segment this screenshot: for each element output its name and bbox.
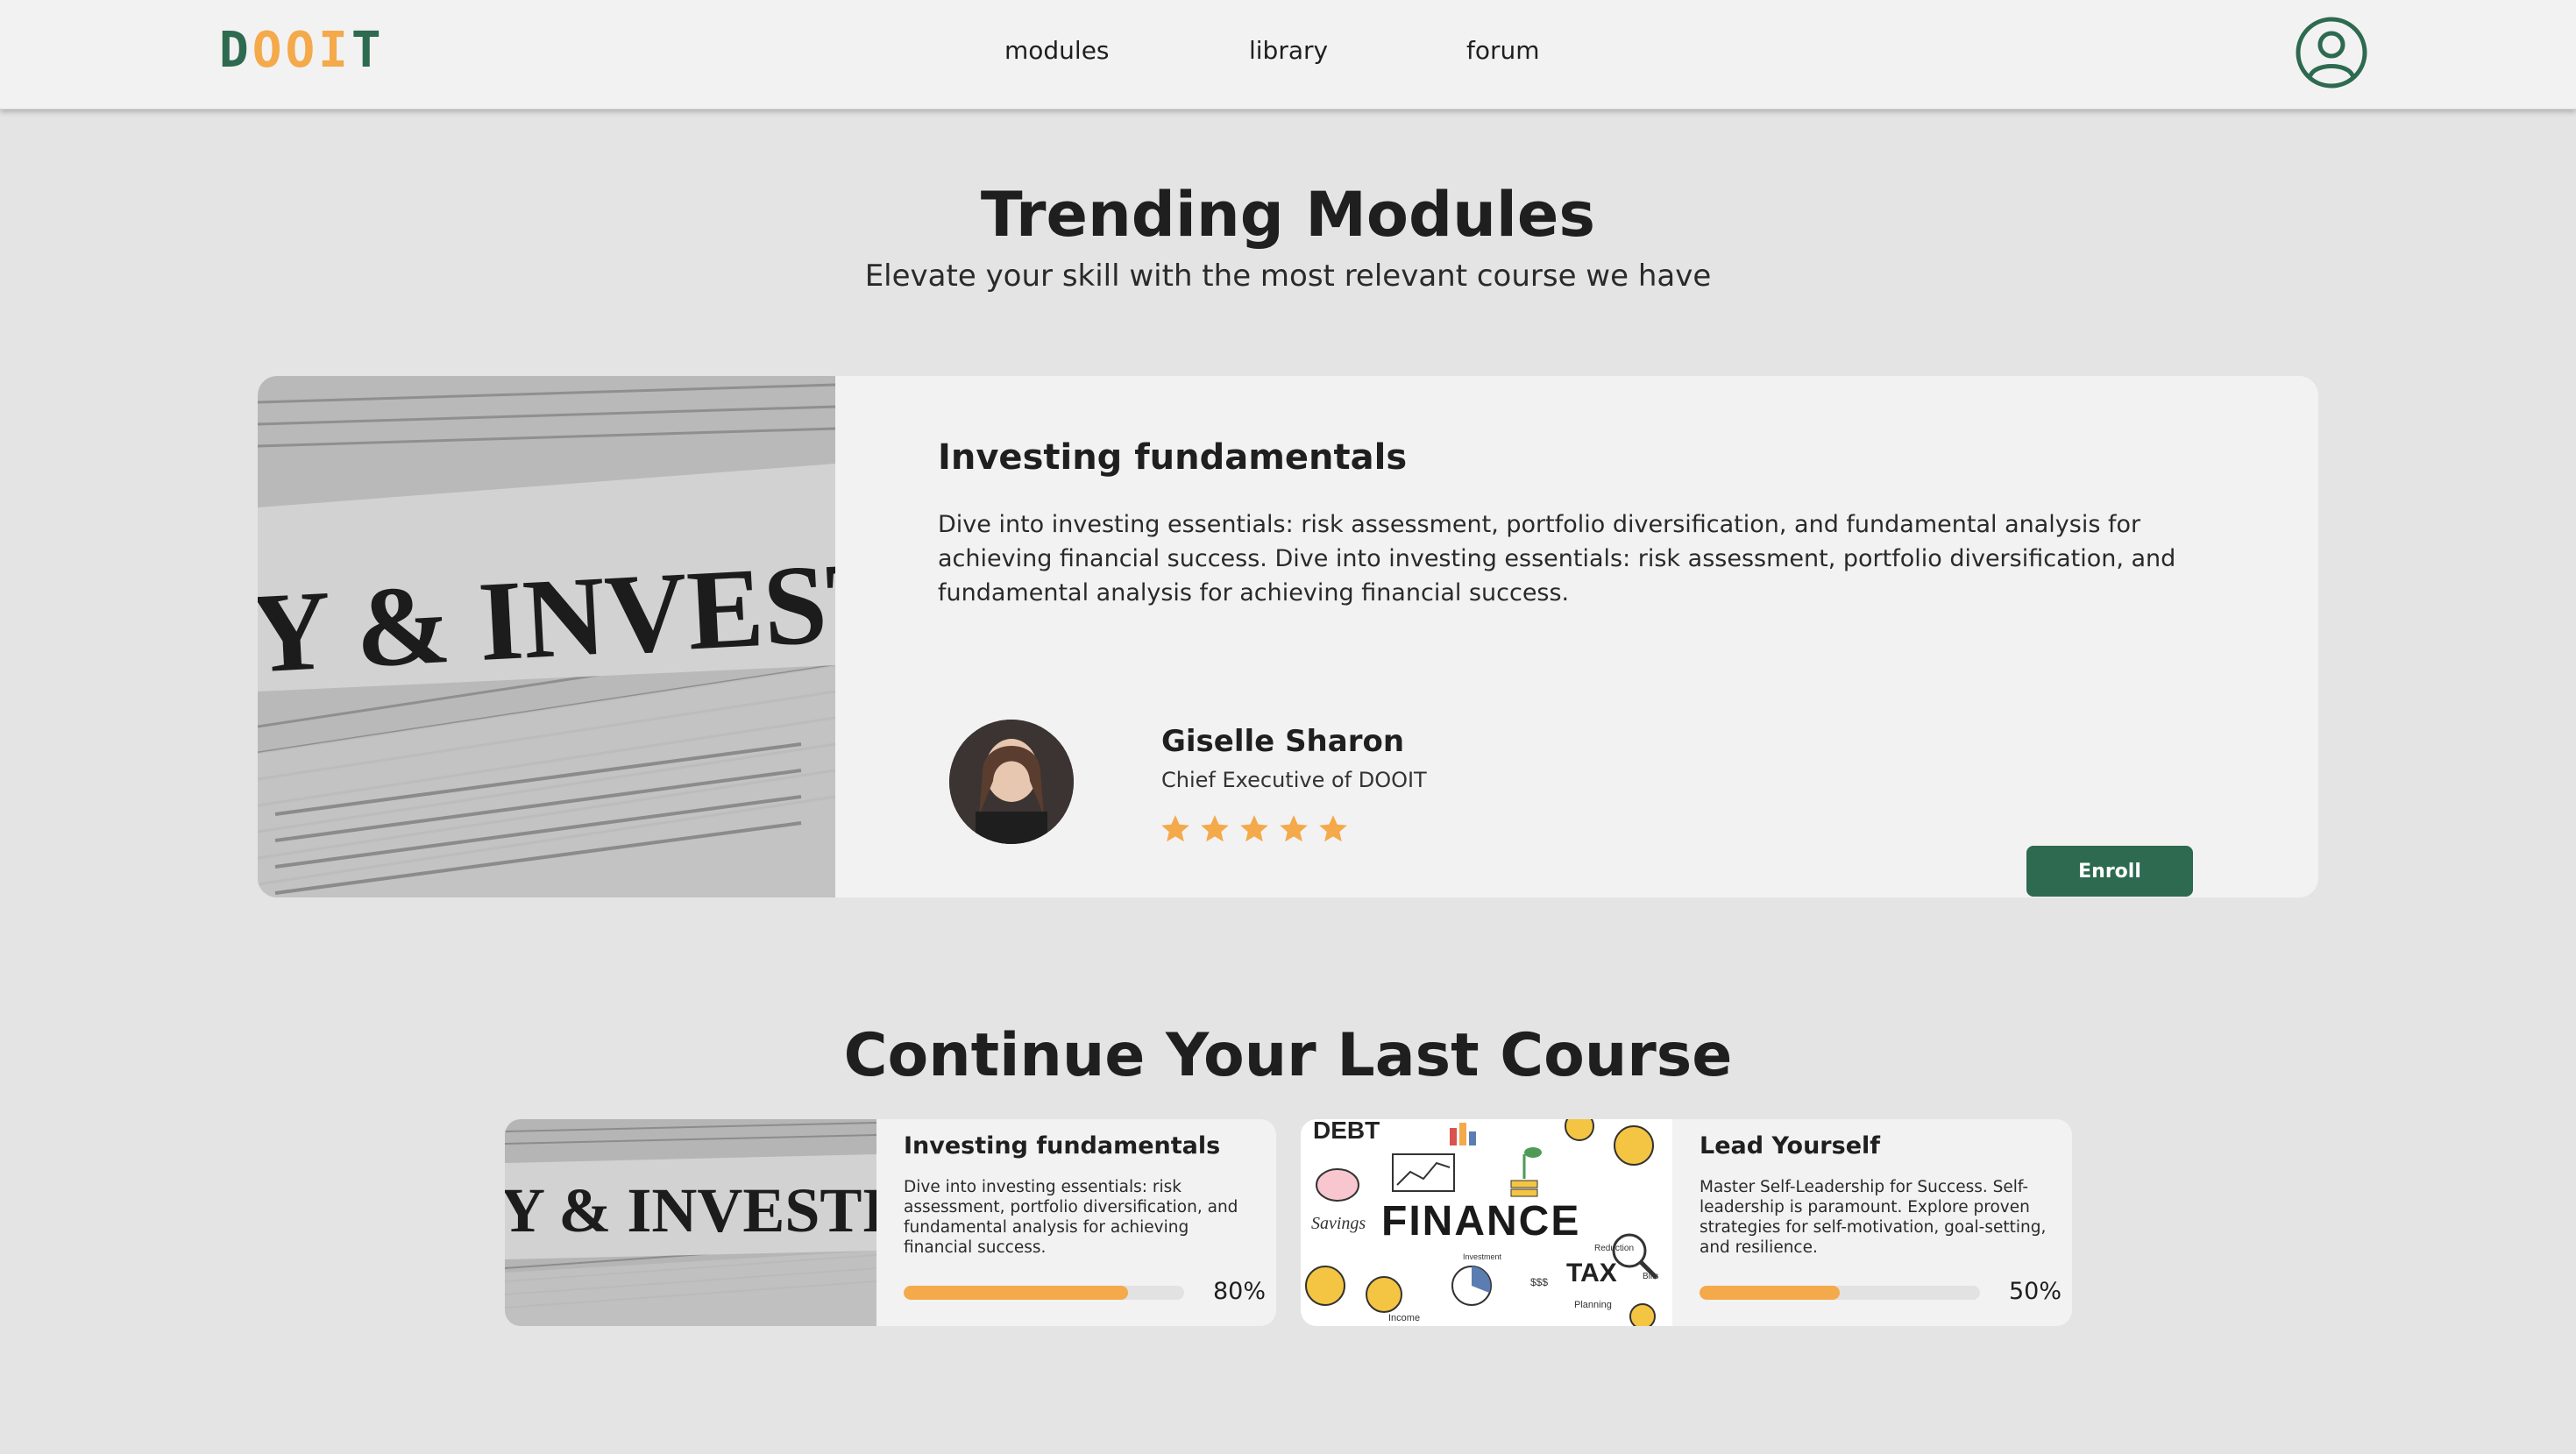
profile-button[interactable] [2295,16,2368,89]
image-word-finance: FINANCE [1381,1198,1580,1245]
finance-doodle-image: DEBT FINANCE Savings TAX Investment Plan… [1301,1119,1672,1326]
rating-stars [1159,812,1350,846]
newspaper-image: Y & INVESTING [258,376,1121,897]
image-word-investment: Investment [1463,1252,1502,1261]
course-description: Master Self-Leadership for Success. Self… [1700,1178,2047,1257]
course-card-investing[interactable]: Y & INVESTING Investing fundamentals Div… [505,1119,1276,1326]
course-title: Lead Yourself [1700,1132,1881,1160]
star-icon [1201,815,1229,842]
progress-bar [1700,1286,1980,1300]
progress-label: 50% [2009,1278,2062,1305]
image-word-savings: Savings [1311,1214,1366,1233]
course-title: Investing fundamentals [904,1132,1221,1160]
user-circle-icon [2296,17,2367,89]
image-word-planning: Planning [1574,1300,1612,1310]
image-text-prefix: Y & [258,561,454,698]
image-word-debt: DEBT [1313,1119,1380,1144]
newspaper-image: Y & INVESTING [505,1119,981,1326]
instructor-role: Chief Executive of DOOIT [1161,768,1427,792]
logo-letter: D [219,22,252,79]
module-title: Investing fundamentals [938,437,1408,478]
course-description: Dive into investing essentials: risk ass… [904,1178,1238,1257]
nav-link-modules[interactable]: modules [1004,33,1110,68]
progress-label: 80% [1213,1278,1267,1305]
progress-fill [904,1286,1128,1300]
image-word-income: Income [1388,1313,1420,1323]
progress-fill [1700,1286,1840,1300]
nav-link-forum[interactable]: forum [1466,33,1540,68]
image-word-money: $$$ [1530,1276,1548,1288]
module-description: Dive into investing essentials: risk ass… [938,511,2176,606]
dooit-logo[interactable]: DOOIT [219,23,385,79]
instructor-name: Giselle Sharon [1161,724,1405,759]
star-icon [1240,815,1268,842]
nav-link-library[interactable]: library [1249,33,1328,68]
image-text: INVESTING [627,1175,876,1245]
instructor-avatar [949,720,1074,844]
logo-letter: T [351,22,385,79]
image-text-prefix: Y & [505,1175,611,1245]
logo-letter: O [285,22,319,79]
trending-title: Trending Modules [980,179,1596,251]
continue-title: Continue Your Last Course [843,1021,1733,1090]
svg-text:Y & INVESTING: Y & INVESTING [505,1175,876,1245]
logo-letter: I [318,22,351,79]
featured-module-card[interactable]: Y & INVESTING Investing fundamentals Div… [258,376,2318,897]
course-card-lead-yourself[interactable]: DEBT FINANCE Savings TAX Investment Plan… [1301,1119,2072,1326]
star-icon [1280,815,1308,842]
progress-bar [904,1286,1184,1300]
image-word-tax: TAX [1566,1259,1617,1287]
star-icon [1161,815,1189,842]
trending-subtitle: Elevate your skill with the most relevan… [864,259,1712,294]
enroll-button[interactable]: Enroll [2026,846,2193,897]
top-navbar: DOOIT modules library forum [0,0,2576,110]
star-icon [1319,815,1347,842]
logo-letter: O [252,22,286,79]
